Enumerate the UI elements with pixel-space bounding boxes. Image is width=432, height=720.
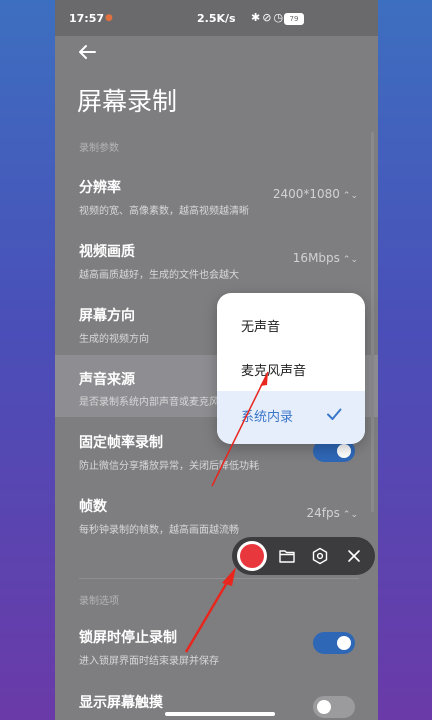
folder-icon[interactable]	[278, 547, 296, 565]
notification-dot-icon: ●	[105, 13, 113, 23]
section-label-params: 录制参数	[79, 143, 119, 154]
quality-value: 16Mbps	[292, 251, 340, 265]
setting-title: 锁屏时停止录制	[79, 630, 177, 646]
option-label: 系统内录	[241, 410, 294, 425]
settings-icon[interactable]	[311, 547, 329, 565]
setting-lock-stop[interactable]: 锁屏时停止录制 进入锁屏界面时结束录屏并保存	[55, 627, 378, 687]
setting-value: 24fps ⌃⌄	[307, 506, 358, 520]
network-speed: 2.5K/s	[197, 12, 236, 25]
setting-desc: 是否录制系统内部声音或麦克风声音	[79, 397, 239, 408]
status-bar: 17:57 ● 2.5K/s ✱⊘◷▯◠ 79	[55, 0, 378, 36]
record-toolbar	[232, 537, 375, 575]
setting-desc: 每秒钟录制的帧数，越高画面越流畅	[79, 525, 239, 536]
sound-source-dropdown: 无声音 麦克风声音 系统内录	[217, 293, 365, 444]
chevron-updown-icon: ⌃⌄	[342, 191, 358, 201]
setting-quality[interactable]: 视频画质 越高画质越好，生成的文件也会越大 16Mbps ⌃⌄	[55, 241, 378, 301]
setting-desc: 越高画质越好，生成的文件也会越大	[79, 270, 239, 281]
section-label-options: 录制选项	[79, 596, 119, 607]
setting-title: 声音来源	[79, 372, 135, 388]
setting-value: 2400*1080 ⌃⌄	[273, 187, 358, 201]
section-divider	[79, 578, 359, 579]
toggle-knob	[317, 700, 331, 714]
bluetooth-icon: ✱	[251, 11, 263, 24]
chevron-updown-icon: ⌃⌄	[342, 255, 358, 265]
option-microphone[interactable]: 麦克风声音	[217, 347, 365, 391]
mute-icon: ⊘	[262, 11, 274, 24]
setting-value: 16Mbps ⌃⌄	[293, 251, 358, 265]
setting-title: 帧数	[79, 499, 107, 515]
back-arrow-icon[interactable]	[75, 40, 99, 64]
chevron-updown-icon: ⌃⌄	[342, 510, 358, 520]
option-label: 无声音	[241, 320, 281, 335]
setting-title: 固定帧率录制	[79, 435, 163, 451]
show-touches-toggle[interactable]	[313, 696, 355, 718]
fps-value: 24fps	[306, 506, 340, 520]
status-time: 17:57	[69, 12, 105, 25]
setting-title: 屏幕方向	[79, 308, 135, 324]
resolution-value: 2400*1080	[272, 187, 340, 201]
setting-desc: 生成的视频方向	[79, 334, 149, 345]
record-button[interactable]	[237, 541, 267, 571]
lock-stop-toggle[interactable]	[313, 632, 355, 654]
close-icon[interactable]	[345, 547, 363, 565]
setting-desc: 进入锁屏界面时结束录屏并保存	[79, 656, 219, 667]
checkmark-icon	[327, 408, 342, 420]
setting-desc: 视频的宽、高像素数，越高视频越清晰	[79, 206, 249, 217]
option-label: 麦克风声音	[241, 364, 307, 379]
option-no-sound[interactable]: 无声音	[217, 303, 365, 347]
phone-screen: 17:57 ● 2.5K/s ✱⊘◷▯◠ 79 屏幕录制 录制参数 分辨率 视频…	[55, 0, 378, 720]
option-system-audio[interactable]: 系统内录	[217, 391, 365, 444]
toggle-knob	[337, 636, 351, 650]
setting-desc: 防止微信分享播放异常，关闭后降低功耗	[79, 461, 259, 472]
setting-title: 视频画质	[79, 244, 135, 260]
scrollbar[interactable]	[371, 132, 374, 512]
setting-title: 分辨率	[79, 180, 121, 196]
record-icon	[240, 544, 264, 568]
home-indicator[interactable]	[165, 712, 275, 716]
setting-title: 显示屏幕触摸	[79, 695, 163, 711]
battery-icon: 79	[284, 13, 304, 25]
page-title: 屏幕录制	[77, 87, 178, 116]
toggle-knob	[337, 444, 351, 458]
setting-resolution[interactable]: 分辨率 视频的宽、高像素数，越高视频越清晰 2400*1080 ⌃⌄	[55, 177, 378, 237]
